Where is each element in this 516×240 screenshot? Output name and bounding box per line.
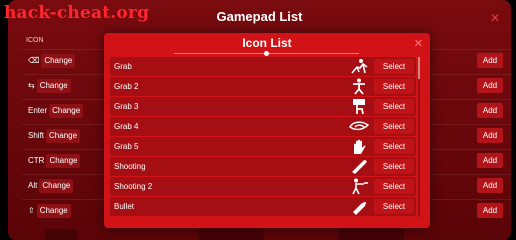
icon-list-dialog: Icon List ✕ Grab Select Grab 2 Select Gr…: [104, 33, 430, 228]
footer-chip: [45, 229, 77, 240]
key-label: Shift Change: [28, 129, 81, 143]
list-item: Bullet Select: [110, 197, 416, 216]
select-button[interactable]: Select: [374, 159, 414, 174]
icon-name: Grab 5: [114, 142, 139, 151]
select-button[interactable]: Select: [374, 199, 414, 214]
key-label: ⇆ Change: [28, 79, 71, 93]
grab-4-icon: [349, 121, 370, 131]
change-button[interactable]: Change: [49, 104, 84, 118]
add-button[interactable]: Add: [477, 178, 503, 193]
select-button[interactable]: Select: [374, 99, 414, 114]
panel-close-icon[interactable]: ✕: [489, 12, 501, 24]
change-button[interactable]: Change: [39, 179, 74, 193]
change-button[interactable]: Change: [46, 129, 81, 143]
scrollbar-thumb[interactable]: [418, 57, 420, 79]
icon-list: Grab Select Grab 2 Select Grab 3 Select …: [110, 56, 416, 228]
grab-2-icon: [353, 78, 365, 95]
grab-5-icon: [354, 139, 366, 154]
select-button[interactable]: Select: [374, 79, 414, 94]
icon-name: Shooting 2: [114, 182, 153, 191]
key-label: Alt Change: [28, 179, 74, 193]
dialog-close-icon[interactable]: ✕: [414, 37, 423, 50]
list-item: Shooting Select: [110, 157, 416, 176]
dialog-title: Icon List: [242, 36, 292, 50]
select-button[interactable]: Select: [374, 119, 414, 134]
icon-name: Grab: [114, 62, 132, 71]
list-scrollbar[interactable]: [418, 57, 420, 217]
select-button[interactable]: Select: [374, 59, 414, 74]
change-button[interactable]: Change: [36, 79, 71, 93]
list-item: Grab 3 Select: [110, 97, 416, 116]
icon-name: Grab 4: [114, 122, 139, 131]
list-item: Shooting 2 Select: [110, 177, 416, 196]
add-button[interactable]: Add: [477, 153, 503, 168]
key-label: ⌫ Change: [28, 54, 76, 68]
icon-name: Bullet: [114, 202, 135, 211]
footer-chip: [198, 229, 264, 240]
add-button[interactable]: Add: [477, 78, 503, 93]
watermark-logo: hack-cheat.org: [4, 3, 150, 23]
icon-name: Grab 3: [114, 102, 139, 111]
icon-name: Shooting: [114, 162, 146, 171]
header-icon-label: ICON: [26, 37, 44, 44]
key-label: Enter Change: [28, 104, 84, 118]
icon-name: Grab 2: [114, 82, 139, 91]
change-button[interactable]: Change: [46, 154, 81, 168]
change-button[interactable]: Change: [36, 204, 71, 218]
add-button[interactable]: Add: [477, 128, 503, 143]
list-item: Grab 4 Select: [110, 117, 416, 136]
select-button[interactable]: Select: [374, 179, 414, 194]
list-item: Grab 5 Select: [110, 137, 416, 156]
shooting-2-icon: [352, 178, 368, 195]
screen: Gamepad List ✕ ICON ⌫ Change Add ⇆ Change …: [0, 0, 516, 240]
list-item: Grab 2 Select: [110, 77, 416, 96]
add-button[interactable]: Add: [477, 203, 503, 218]
shooting-icon: [352, 160, 367, 174]
change-button[interactable]: Change: [41, 54, 76, 68]
bullet-icon: [353, 202, 366, 215]
key-label: ⇧ Change: [28, 204, 71, 218]
grab-icon: [351, 59, 368, 74]
key-label: CTR Change: [28, 154, 81, 168]
list-item: Grab Select: [110, 57, 416, 76]
footer-chip: [338, 229, 404, 240]
select-button[interactable]: Select: [374, 139, 414, 154]
grab-3-icon: [353, 99, 365, 115]
add-button[interactable]: Add: [477, 53, 503, 68]
add-button[interactable]: Add: [477, 103, 503, 118]
